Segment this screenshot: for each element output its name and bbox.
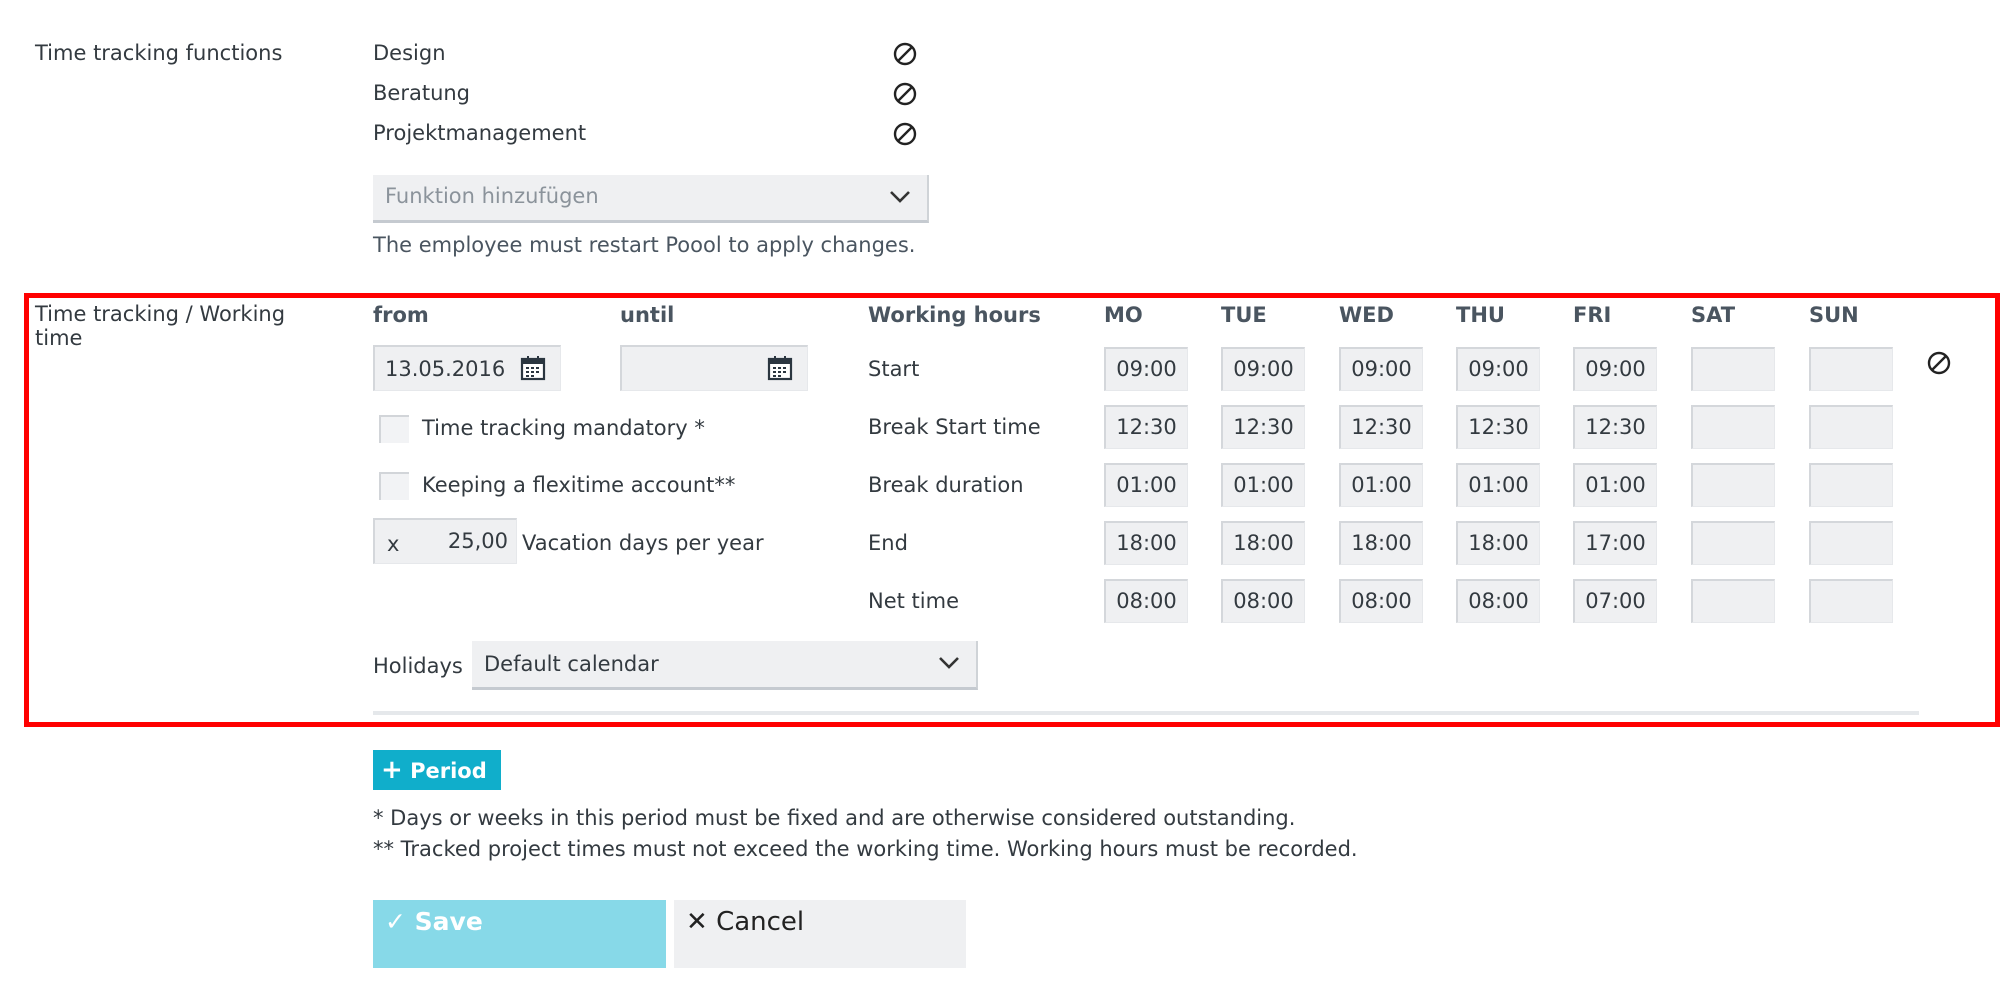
time-input-sat[interactable] <box>1691 347 1775 391</box>
schedule-row-label: Start <box>868 357 920 381</box>
day-header-wed: WED <box>1339 303 1394 327</box>
save-label: Save <box>414 907 483 936</box>
time-input-wed[interactable]: 09:00 <box>1339 347 1423 391</box>
schedule-row-label: Break Start time <box>868 415 1041 439</box>
cancel-button[interactable]: ✕ Cancel <box>674 900 966 968</box>
time-input-fri[interactable]: 01:00 <box>1573 463 1657 507</box>
check-icon: ✓ <box>385 907 406 936</box>
calendar-icon[interactable] <box>519 354 547 382</box>
time-input-mo[interactable]: 18:00 <box>1104 521 1188 565</box>
ban-icon[interactable] <box>891 120 919 148</box>
time-input-sat[interactable] <box>1691 521 1775 565</box>
cancel-label: Cancel <box>716 907 805 937</box>
function-item-name: Design <box>373 41 446 65</box>
time-input-thu[interactable]: 18:00 <box>1456 521 1540 565</box>
chevron-down-icon <box>890 191 910 203</box>
time-input-fri[interactable]: 09:00 <box>1573 347 1657 391</box>
time-tracking-mandatory-label: Time tracking mandatory * <box>422 416 705 440</box>
vacation-days-label: Vacation days per year <box>522 531 764 555</box>
time-input-mo[interactable]: 01:00 <box>1104 463 1188 507</box>
restart-note: The employee must restart Poool to apply… <box>373 233 916 257</box>
time-input-sun[interactable] <box>1809 347 1893 391</box>
functions-section-label: Time tracking functions <box>35 41 283 65</box>
ban-icon[interactable] <box>891 40 919 68</box>
from-date-input[interactable]: 13.05.2016 <box>373 345 561 391</box>
ban-icon[interactable] <box>891 80 919 108</box>
chevron-down-icon <box>939 657 959 669</box>
time-input-mo[interactable]: 12:30 <box>1104 405 1188 449</box>
add-function-dropdown[interactable]: Funktion hinzufügen <box>373 175 929 223</box>
ban-icon[interactable] <box>1925 349 1953 377</box>
time-tracking-mandatory-checkbox[interactable] <box>379 415 409 443</box>
flexitime-account-label: Keeping a flexitime account** <box>422 473 736 497</box>
time-input-sun[interactable] <box>1809 521 1893 565</box>
calendar-icon[interactable] <box>766 354 794 382</box>
time-input-wed[interactable]: 12:30 <box>1339 405 1423 449</box>
footnote: ** Tracked project times must not exceed… <box>373 837 1358 861</box>
schedule-row-label: Break duration <box>868 473 1024 497</box>
time-input-tue[interactable]: 09:00 <box>1221 347 1305 391</box>
add-function-placeholder: Funktion hinzufügen <box>385 184 599 208</box>
day-header-tue: TUE <box>1221 303 1267 327</box>
vacation-days-value: 25,00 <box>447 529 508 553</box>
time-input-thu[interactable]: 12:30 <box>1456 405 1540 449</box>
time-input-thu[interactable]: 01:00 <box>1456 463 1540 507</box>
time-input-fri[interactable]: 17:00 <box>1573 521 1657 565</box>
holidays-dropdown[interactable]: Default calendar <box>472 641 978 690</box>
day-header-sat: SAT <box>1691 303 1736 327</box>
time-input-tue[interactable]: 01:00 <box>1221 463 1305 507</box>
time-input-thu[interactable]: 09:00 <box>1456 347 1540 391</box>
from-date-value: 13.05.2016 <box>385 357 506 381</box>
day-header-thu: THU <box>1456 303 1505 327</box>
section-divider <box>373 711 1919 715</box>
time-input-tue[interactable]: 18:00 <box>1221 521 1305 565</box>
time-input-sat[interactable] <box>1691 405 1775 449</box>
day-header-mo: MO <box>1104 303 1143 327</box>
time-input-sun[interactable] <box>1809 463 1893 507</box>
time-input-wed[interactable]: 01:00 <box>1339 463 1423 507</box>
from-label: from <box>373 303 429 327</box>
working-hours-header: Working hours <box>868 303 1041 327</box>
add-period-label: Period <box>410 759 487 783</box>
holidays-label: Holidays <box>373 654 463 678</box>
time-input-sun[interactable] <box>1809 405 1893 449</box>
time-input-mo[interactable]: 08:00 <box>1104 579 1188 623</box>
time-input-sat[interactable] <box>1691 579 1775 623</box>
working-time-section-label: Time tracking / Working time <box>35 302 286 350</box>
time-input-sun[interactable] <box>1809 579 1893 623</box>
holidays-value: Default calendar <box>484 652 659 676</box>
vacation-days-input[interactable]: x 25,00 <box>373 518 517 564</box>
schedule-row-label: End <box>868 531 908 555</box>
time-input-fri[interactable]: 07:00 <box>1573 579 1657 623</box>
schedule-row-label: Net time <box>868 589 959 613</box>
day-header-fri: FRI <box>1573 303 1612 327</box>
time-input-wed[interactable]: 08:00 <box>1339 579 1423 623</box>
time-input-mo[interactable]: 09:00 <box>1104 347 1188 391</box>
footnote: * Days or weeks in this period must be f… <box>373 806 1296 830</box>
day-header-sun: SUN <box>1809 303 1859 327</box>
function-item-name: Beratung <box>373 81 471 105</box>
vacation-days-prefix: x <box>387 532 400 556</box>
time-input-tue[interactable]: 08:00 <box>1221 579 1305 623</box>
add-period-button[interactable]: + Period <box>373 750 501 790</box>
time-input-sat[interactable] <box>1691 463 1775 507</box>
close-icon: ✕ <box>686 907 708 937</box>
time-input-fri[interactable]: 12:30 <box>1573 405 1657 449</box>
save-button[interactable]: ✓ Save <box>373 900 666 968</box>
until-label: until <box>620 303 675 327</box>
function-item-name: Projektmanagement <box>373 121 587 145</box>
time-input-wed[interactable]: 18:00 <box>1339 521 1423 565</box>
time-input-thu[interactable]: 08:00 <box>1456 579 1540 623</box>
plus-icon: + <box>381 755 403 785</box>
flexitime-account-checkbox[interactable] <box>379 472 409 500</box>
until-date-input[interactable] <box>620 345 808 391</box>
time-input-tue[interactable]: 12:30 <box>1221 405 1305 449</box>
